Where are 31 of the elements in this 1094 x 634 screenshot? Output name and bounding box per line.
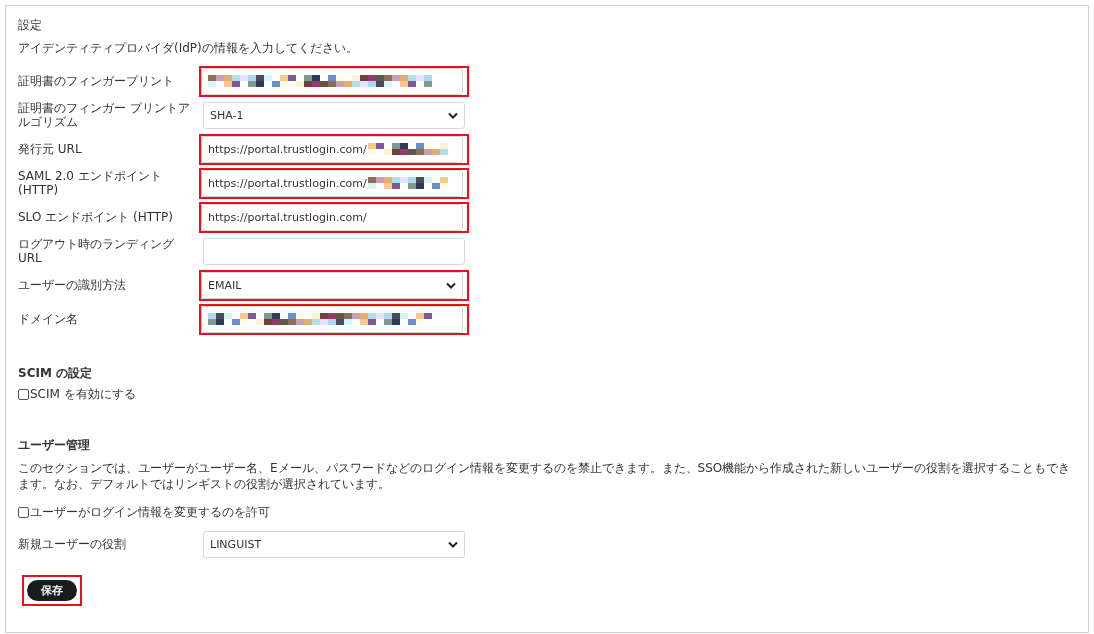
input-field[interactable]: https://portal.trustlogin.com/ [201, 169, 463, 197]
input-field[interactable] [201, 67, 463, 95]
section-description: このセクションでは、ユーザーがユーザー名、Eメール、パスワードなどのログイン情報を変更するのを禁止できます。また、SSO機能から作成された新しいユーザーの役割を選択することもできます。なお、デフォルトではリンギストの役割が選択されています。 [18, 460, 1072, 493]
save-button[interactable]: 保存 [27, 580, 77, 601]
input-field[interactable]: https://portal.trustlogin.com/ [201, 135, 463, 163]
field-label: SLO エンドポイント (HTTP) [18, 210, 175, 224]
intro-text: アイデンティティプロバイダ(IdP)の情報を入力してください。 [18, 39, 359, 57]
chevron-down-icon [446, 281, 456, 289]
field-label: SAML 2.0 エンドポイント (HTTP) [18, 169, 163, 197]
dropdown[interactable]: SHA-1 [203, 101, 465, 129]
field-label: 新規ユーザーの役割 [18, 537, 127, 551]
section-heading: SCIM の設定 [18, 364, 94, 382]
input-field[interactable] [203, 237, 465, 265]
checkbox[interactable] [18, 388, 29, 400]
field-label: ユーザーの識別方法 [18, 278, 127, 292]
chevron-down-icon [448, 111, 458, 119]
input-field[interactable] [201, 305, 463, 333]
field-label: 発行元 URL [18, 142, 83, 156]
input-field[interactable]: https://portal.trustlogin.com/ [201, 203, 463, 231]
checkbox-label[interactable]: SCIM を有効にする [30, 385, 136, 403]
checkbox-label[interactable]: ユーザーがログイン情報を変更するのを許可 [30, 503, 270, 521]
chevron-down-icon [448, 540, 458, 548]
dropdown[interactable]: LINGUIST [203, 530, 465, 558]
field-label: ドメイン名 [18, 312, 79, 326]
field-label: 証明書のフィンガー プリントアルゴリズム [18, 101, 191, 129]
checkbox[interactable] [18, 506, 29, 518]
field-label: ログアウト時のランディング URL [18, 237, 175, 265]
section-heading: ユーザー管理 [18, 436, 91, 454]
dropdown[interactable]: EMAIL [201, 271, 463, 299]
field-label: 証明書のフィンガープリント [18, 74, 175, 88]
section-title: 設定 [18, 16, 43, 34]
